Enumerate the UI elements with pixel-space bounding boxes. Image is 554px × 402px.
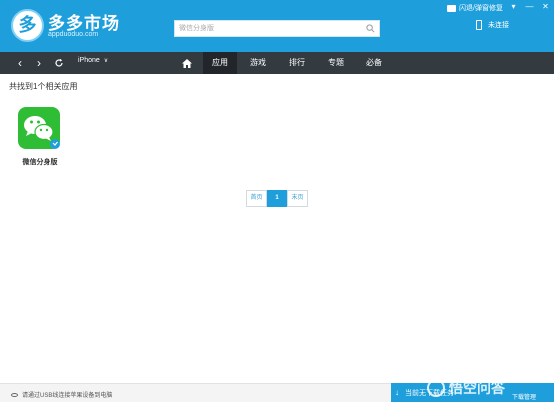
tab-apps[interactable]: 应用 xyxy=(203,52,237,74)
nav-bar: ‹ › iPhone ∨ 应用 游戏 排行 专题 必备 xyxy=(0,52,554,74)
pagination: 首页 1 末页 xyxy=(246,190,308,207)
page-current-button[interactable]: 1 xyxy=(267,190,287,207)
camera-icon xyxy=(447,4,456,12)
device-selector[interactable]: iPhone ∨ xyxy=(78,57,108,64)
flash-repair-label: 闪退/弹窗修复 xyxy=(459,5,503,12)
tab-games[interactable]: 游戏 xyxy=(241,52,275,74)
watermark: 悟空问答 xyxy=(427,377,550,399)
download-arrow-icon: ↓ xyxy=(395,388,399,397)
duoduo-logo-icon: 多 xyxy=(11,9,44,42)
wukong-logo-icon xyxy=(427,379,445,397)
phone-icon xyxy=(476,20,482,30)
device-status-label: 未连接 xyxy=(488,22,509,29)
result-count: 共找到1个相关应用 xyxy=(9,82,78,91)
page-first-button[interactable]: 首页 xyxy=(246,190,267,207)
tab-topics[interactable]: 专题 xyxy=(319,52,353,74)
app-card[interactable]: 微信分身版 xyxy=(15,104,65,168)
back-arrow-icon[interactable]: ‹ xyxy=(13,56,27,70)
home-icon[interactable] xyxy=(176,52,198,74)
close-icon[interactable]: ✕ xyxy=(540,2,551,12)
tab-rankings[interactable]: 排行 xyxy=(280,52,314,74)
eye-icon xyxy=(11,392,18,397)
device-selector-label: iPhone xyxy=(78,57,100,64)
tab-essentials[interactable]: 必备 xyxy=(357,52,391,74)
wechat-icon[interactable] xyxy=(18,107,60,149)
minimize-icon[interactable]: — xyxy=(524,2,535,12)
menu-dropdown-icon[interactable]: ▾ xyxy=(508,2,519,12)
flash-repair-link[interactable]: 闪退/弹窗修复 xyxy=(447,3,503,13)
usb-hint-label: 请通过USB线连接苹果设备到电脑 xyxy=(22,393,113,399)
app-name[interactable]: 微信分身版 xyxy=(15,157,65,167)
brand-domain: appduoduo.com xyxy=(48,31,99,38)
app-header: 多 多多市场 appduoduo.com 闪退/弹窗修复 ▾ — ✕ 未连接 xyxy=(0,0,554,52)
device-connection-status[interactable]: 未连接 xyxy=(476,20,509,30)
forward-arrow-icon[interactable]: › xyxy=(32,56,46,70)
chevron-down-icon: ∨ xyxy=(103,58,109,64)
watermark-label: 悟空问答 xyxy=(449,380,505,396)
search-box[interactable] xyxy=(174,20,380,37)
search-input[interactable] xyxy=(175,21,361,36)
refresh-icon[interactable] xyxy=(52,56,66,70)
search-icon[interactable] xyxy=(366,24,375,33)
page-last-button[interactable]: 末页 xyxy=(287,190,308,207)
usb-hint: 请通过USB线连接苹果设备到电脑 xyxy=(11,390,112,399)
